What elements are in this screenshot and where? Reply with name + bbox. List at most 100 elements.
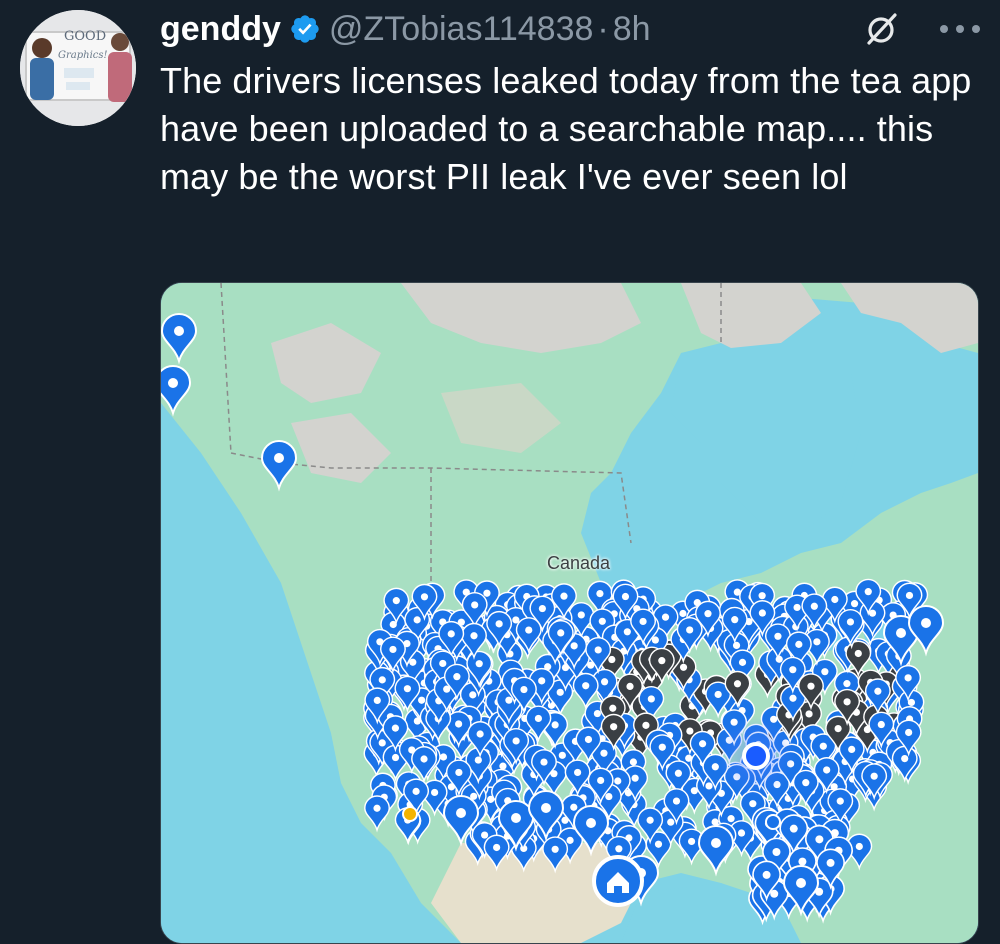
map-pin-dot: [476, 730, 484, 738]
display-name[interactable]: genddy: [160, 10, 281, 49]
map-pin-dot: [378, 676, 386, 684]
map-pin-dot: [594, 646, 602, 654]
map-pin-dot: [843, 680, 851, 688]
map-pin-dot: [455, 768, 463, 777]
map-pin-dot: [534, 714, 543, 723]
map-pin-dot: [538, 677, 546, 685]
map-pin-dot: [412, 787, 420, 795]
map-pin-dot: [597, 776, 605, 785]
map-pin-dot: [810, 602, 818, 610]
map-pin-dot: [474, 756, 482, 764]
map-pin-dot: [631, 774, 639, 782]
map-pin-dot: [512, 737, 520, 745]
more-options-icon[interactable]: [940, 23, 980, 35]
map-pin-dot: [584, 735, 593, 744]
map-pin-dot: [698, 740, 707, 748]
header-actions: [864, 6, 980, 52]
map-pin-dot: [495, 620, 503, 628]
map-pin-dot: [711, 838, 721, 848]
map-pin-dot: [836, 797, 844, 805]
map-pin-dot: [391, 753, 400, 762]
map-pin-dot: [560, 592, 568, 600]
map-pin-dot: [775, 655, 783, 663]
map-pin-dot: [453, 673, 461, 681]
map-pin-dot: [823, 766, 831, 774]
map-pin-dot: [826, 858, 835, 867]
map-pin-dot: [805, 710, 813, 718]
map-pin-dot: [789, 694, 797, 702]
map-image[interactable]: Canada: [160, 282, 979, 944]
map-pin-dot: [389, 645, 397, 654]
map-pin-dot: [658, 657, 666, 665]
map-pin-dot: [855, 842, 863, 851]
map-pin-dot: [596, 589, 604, 598]
map-pin-dot: [807, 682, 815, 690]
map-pin-dot: [471, 601, 479, 609]
map-pin-dot: [672, 797, 681, 805]
map-pin-dot: [420, 593, 429, 601]
map-pin-dot: [373, 804, 381, 812]
user-handle[interactable]: @ZTobias114838: [329, 10, 594, 49]
map-pin-dot: [570, 803, 578, 811]
map-pin-dot: [586, 818, 596, 828]
verified-badge-icon[interactable]: [289, 13, 321, 45]
map-pin-dot: [758, 609, 766, 617]
map-pin-dot: [470, 632, 478, 640]
map-pin-dot: [556, 688, 564, 696]
map-pin-dot: [679, 609, 687, 618]
grok-icon[interactable]: [864, 11, 900, 47]
map-pin-dot: [439, 753, 448, 761]
map-pin-dot: [821, 668, 829, 676]
map-pin-dot: [864, 588, 872, 596]
map-pin-dot: [439, 659, 447, 668]
map-pin-dot: [789, 666, 797, 674]
map-pin-dot: [403, 685, 412, 693]
map-pin-dot: [593, 709, 601, 718]
avatar-text-bottom: Graphics!: [58, 50, 108, 61]
map-pin-dot: [687, 837, 696, 846]
tweet-text: The drivers licenses leaked today from t…: [160, 60, 972, 197]
map-canvas: [161, 283, 978, 943]
tweet-header: genddy @ZTobias114838 · 8h: [160, 6, 980, 52]
map-pin-dot: [168, 378, 178, 388]
map-pin-dot: [921, 618, 931, 628]
map-pin-dot: [609, 704, 617, 712]
map-pin-dot: [608, 655, 616, 664]
map-pin-dot: [558, 751, 566, 759]
map-pin-dot: [727, 815, 735, 823]
map-pin-dot: [661, 613, 670, 621]
map-pin-dot: [762, 870, 771, 879]
map-pin-dot: [870, 772, 878, 780]
timestamp[interactable]: 8h: [613, 10, 651, 49]
map-pin-dot: [658, 743, 666, 751]
map-pin-dot: [854, 649, 862, 658]
map-pin-dot: [541, 803, 551, 813]
map-pin-dot: [639, 617, 647, 626]
map-pin-dot: [455, 720, 463, 728]
map-pin-dot: [846, 618, 855, 626]
map-pin-dot: [373, 696, 381, 704]
map-pin-dot: [566, 836, 574, 844]
map-pin-dot: [831, 595, 839, 604]
map-pin-dot: [654, 840, 663, 848]
map-pin-dot: [525, 626, 533, 634]
map-pin-dot: [848, 745, 856, 753]
map-pin-dot: [877, 720, 885, 729]
map-pin-dot: [540, 758, 548, 766]
map-pin-dot: [420, 755, 428, 763]
map-pin-dot: [737, 829, 746, 837]
avatar[interactable]: GOOD Graphics!: [20, 10, 136, 126]
avatar-text-top: GOOD: [64, 29, 106, 44]
map-pin-dot: [626, 682, 634, 690]
map-marker-dot-orange: [402, 806, 418, 822]
map-pin-dot: [674, 769, 682, 777]
map-pin-dot: [505, 696, 513, 704]
map-pin-dot: [475, 660, 483, 668]
map-pin-dot: [802, 779, 810, 787]
map-pin-dot: [447, 630, 455, 638]
map-pin-dot: [705, 782, 713, 790]
map-pin-dot: [431, 788, 439, 797]
map-pin-dot: [704, 610, 712, 618]
avatar-image: GOOD Graphics!: [20, 10, 136, 126]
map-pin-dot: [274, 453, 284, 463]
